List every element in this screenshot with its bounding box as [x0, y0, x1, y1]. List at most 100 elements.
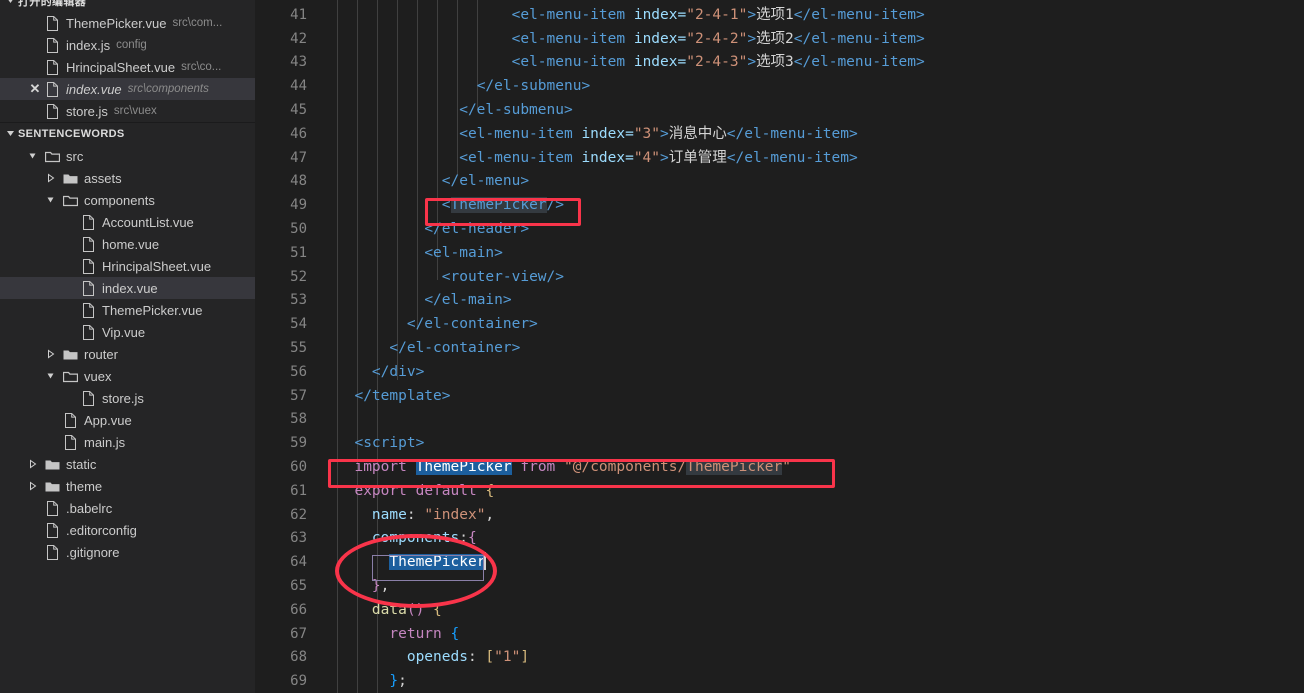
chevron-right-icon[interactable]: [26, 479, 40, 493]
tree-folder-item[interactable]: router: [0, 343, 255, 365]
code-line[interactable]: 54 </el-container>: [255, 313, 1304, 337]
tree-file-item[interactable]: store.js: [0, 387, 255, 409]
code-token: 订单管理: [668, 149, 727, 166]
code-text[interactable]: </el-container>: [337, 337, 520, 361]
code-text[interactable]: components:{: [337, 527, 477, 551]
tree-folder-item[interactable]: components: [0, 189, 255, 211]
chevron-right-icon[interactable]: [26, 457, 40, 471]
code-line[interactable]: 63 components:{: [255, 527, 1304, 551]
tree-file-item[interactable]: .editorconfig: [0, 519, 255, 541]
open-editor-item[interactable]: store.js src\vuex: [0, 100, 255, 122]
open-editor-item[interactable]: ✕ index.vue src\components: [0, 78, 255, 100]
code-text[interactable]: ThemePicker: [337, 551, 487, 575]
code-line[interactable]: 59 <script>: [255, 432, 1304, 456]
code-text[interactable]: name: "index",: [337, 504, 494, 528]
code-line[interactable]: 69 };: [255, 670, 1304, 693]
code-text[interactable]: <script>: [337, 432, 424, 456]
tree-file-item[interactable]: .babelrc: [0, 497, 255, 519]
open-editor-item[interactable]: index.js config: [0, 34, 255, 56]
code-line[interactable]: 53 </el-main>: [255, 289, 1304, 313]
code-line[interactable]: 41 <el-menu-item index="2-4-1">选项1</el-m…: [255, 4, 1304, 28]
code-token: "2-4-2": [686, 30, 748, 47]
chevron-right-icon[interactable]: [44, 171, 58, 185]
code-text[interactable]: <el-menu-item index="2-4-3">选项3</el-menu…: [337, 51, 925, 75]
code-token: openeds: [406, 649, 468, 666]
tree-file-item[interactable]: home.vue: [0, 233, 255, 255]
code-line[interactable]: 57 </template>: [255, 385, 1304, 409]
tree-file-item[interactable]: ThemePicker.vue: [0, 299, 255, 321]
code-token: }: [389, 673, 399, 690]
code-line[interactable]: 66 data() {: [255, 599, 1304, 623]
code-editor[interactable]: 40 <template slot="title">选项4</template>…: [255, 0, 1304, 693]
code-text[interactable]: export default {: [337, 480, 494, 504]
tree-file-item[interactable]: .gitignore: [0, 541, 255, 563]
code-text[interactable]: openeds: ["1"]: [337, 646, 529, 670]
tree-file-item[interactable]: main.js: [0, 431, 255, 453]
code-text[interactable]: </el-main>: [337, 289, 511, 313]
open-editors-section-header[interactable]: 打开的编辑器: [0, 0, 255, 12]
code-line[interactable]: 45 </el-submenu>: [255, 99, 1304, 123]
line-number: 69: [290, 673, 307, 690]
code-line[interactable]: 47 <el-menu-item index="4">订单管理</el-menu…: [255, 147, 1304, 171]
open-editor-item[interactable]: ThemePicker.vue src\com...: [0, 12, 255, 34]
code-line[interactable]: 44 </el-submenu>: [255, 75, 1304, 99]
tree-folder-item[interactable]: theme: [0, 475, 255, 497]
code-text[interactable]: <el-menu-item index="2-4-2">选项2</el-menu…: [337, 28, 925, 52]
code-line[interactable]: 48 </el-menu>: [255, 170, 1304, 194]
tree-file-item[interactable]: HrincipalSheet.vue: [0, 255, 255, 277]
code-line[interactable]: 60 import ThemePicker from "@/components…: [255, 456, 1304, 480]
code-text[interactable]: </div>: [337, 361, 424, 385]
code-line[interactable]: 58: [255, 408, 1304, 432]
close-icon[interactable]: ✕: [26, 81, 44, 97]
code-line[interactable]: 55 </el-container>: [255, 337, 1304, 361]
tree-file-item[interactable]: AccountList.vue: [0, 211, 255, 233]
code-line[interactable]: 46 <el-menu-item index="3">消息中心</el-menu…: [255, 123, 1304, 147]
code-line[interactable]: 64 ThemePicker: [255, 551, 1304, 575]
code-text[interactable]: data() {: [337, 599, 442, 623]
code-text[interactable]: <el-menu-item index="4">订单管理</el-menu-it…: [337, 147, 858, 171]
code-line[interactable]: 52 <router-view/>: [255, 266, 1304, 290]
workspace-section-header[interactable]: SENTENCEWORDS: [0, 122, 255, 145]
code-text[interactable]: </el-container>: [337, 313, 538, 337]
code-text[interactable]: };: [337, 670, 407, 693]
code-line[interactable]: 43 <el-menu-item index="2-4-3">选项3</el-m…: [255, 51, 1304, 75]
chevron-down-icon[interactable]: [44, 369, 58, 383]
code-line[interactable]: 56 </div>: [255, 361, 1304, 385]
code-text[interactable]: <el-menu-item index="3">消息中心</el-menu-it…: [337, 123, 858, 147]
tree-folder-item[interactable]: static: [0, 453, 255, 475]
code-token: ;: [398, 673, 407, 690]
code-text[interactable]: </el-header>: [337, 218, 529, 242]
tree-file-item[interactable]: Vip.vue: [0, 321, 255, 343]
code-text[interactable]: <el-menu-item index="2-4-1">选项1</el-menu…: [337, 4, 925, 28]
code-line[interactable]: 65 },: [255, 575, 1304, 599]
code-text[interactable]: return {: [337, 623, 459, 647]
chevron-right-icon[interactable]: [44, 347, 58, 361]
code-text[interactable]: <ThemePicker/>: [337, 194, 564, 218]
code-text[interactable]: },: [337, 575, 389, 599]
code-text[interactable]: import ThemePicker from "@/components/Th…: [337, 456, 791, 480]
code-text[interactable]: </el-submenu>: [337, 75, 591, 99]
chevron-down-icon[interactable]: [44, 193, 58, 207]
code-line[interactable]: 68 openeds: ["1"]: [255, 646, 1304, 670]
tree-folder-item[interactable]: vuex: [0, 365, 255, 387]
code-line[interactable]: 62 name: "index",: [255, 504, 1304, 528]
code-line[interactable]: 51 <el-main>: [255, 242, 1304, 266]
code-line[interactable]: 49 <ThemePicker/>: [255, 194, 1304, 218]
tree-file-item[interactable]: index.vue: [0, 277, 255, 299]
code-line[interactable]: 61 export default {: [255, 480, 1304, 504]
tree-folder-item[interactable]: assets: [0, 167, 255, 189]
code-line[interactable]: 50 </el-header>: [255, 218, 1304, 242]
open-editor-item[interactable]: HrincipalSheet.vue src\co...: [0, 56, 255, 78]
chevron-down-icon[interactable]: [26, 149, 40, 163]
code-text[interactable]: </el-menu>: [337, 170, 529, 194]
code-text[interactable]: <el-main>: [337, 242, 503, 266]
code-line[interactable]: 42 <el-menu-item index="2-4-2">选项2</el-m…: [255, 28, 1304, 52]
code-line[interactable]: 67 return {: [255, 623, 1304, 647]
code-token: ): [415, 601, 425, 618]
tree-folder-item[interactable]: src: [0, 145, 255, 167]
code-lines[interactable]: 40 <template slot="title">选项4</template>…: [255, 0, 1304, 693]
code-text[interactable]: </el-submenu>: [337, 99, 573, 123]
code-text[interactable]: </template>: [337, 385, 450, 409]
code-text[interactable]: <router-view/>: [337, 266, 564, 290]
tree-file-item[interactable]: App.vue: [0, 409, 255, 431]
